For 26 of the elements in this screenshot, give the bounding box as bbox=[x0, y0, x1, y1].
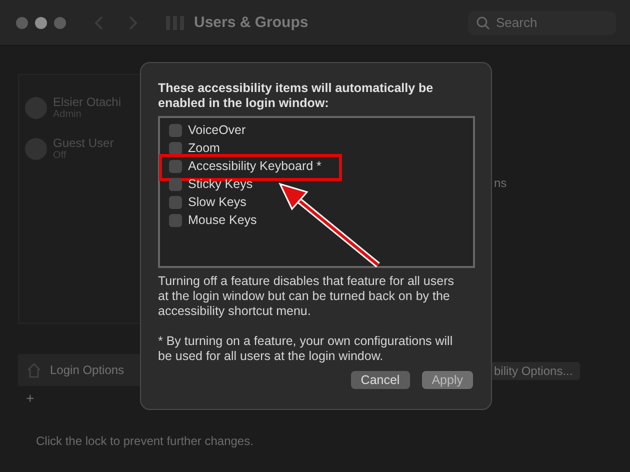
note-text: Turning off a feature disables that feature for all users at the login window but can be turned back on by the accessibility shortcut menu. bbox=[158, 274, 456, 319]
item-label: Zoom bbox=[188, 141, 220, 155]
label-text: ns bbox=[494, 176, 508, 190]
checkbox[interactable] bbox=[169, 178, 182, 190]
checkbox[interactable] bbox=[169, 160, 182, 172]
item-label: Accessibility Keyboard * bbox=[188, 159, 322, 173]
item-label: Mouse Keys bbox=[188, 213, 257, 227]
house-icon bbox=[26, 362, 42, 378]
zoom-icon[interactable] bbox=[54, 16, 66, 28]
search-field[interactable]: Search bbox=[468, 10, 616, 34]
checkbox[interactable] bbox=[169, 196, 182, 208]
minimize-icon[interactable] bbox=[35, 16, 47, 28]
apply-button[interactable]: Apply bbox=[422, 371, 473, 389]
checkbox[interactable] bbox=[169, 124, 182, 136]
search-icon bbox=[476, 16, 490, 30]
close-icon[interactable] bbox=[16, 16, 28, 28]
window-title: Users & Groups bbox=[194, 14, 308, 31]
item-label: Sticky Keys bbox=[188, 177, 253, 191]
checkbox[interactable] bbox=[169, 142, 182, 154]
lock-text: Click the lock to prevent further changes. bbox=[36, 434, 254, 448]
item-label: VoiceOver bbox=[188, 123, 246, 137]
checkbox[interactable] bbox=[169, 214, 182, 226]
cancel-button[interactable]: Cancel bbox=[350, 371, 410, 389]
add-button[interactable]: + bbox=[26, 390, 36, 406]
dialog-heading: These accessibility items will automatically be enabled in the login window: bbox=[158, 81, 434, 111]
item-label: Slow Keys bbox=[188, 195, 246, 209]
